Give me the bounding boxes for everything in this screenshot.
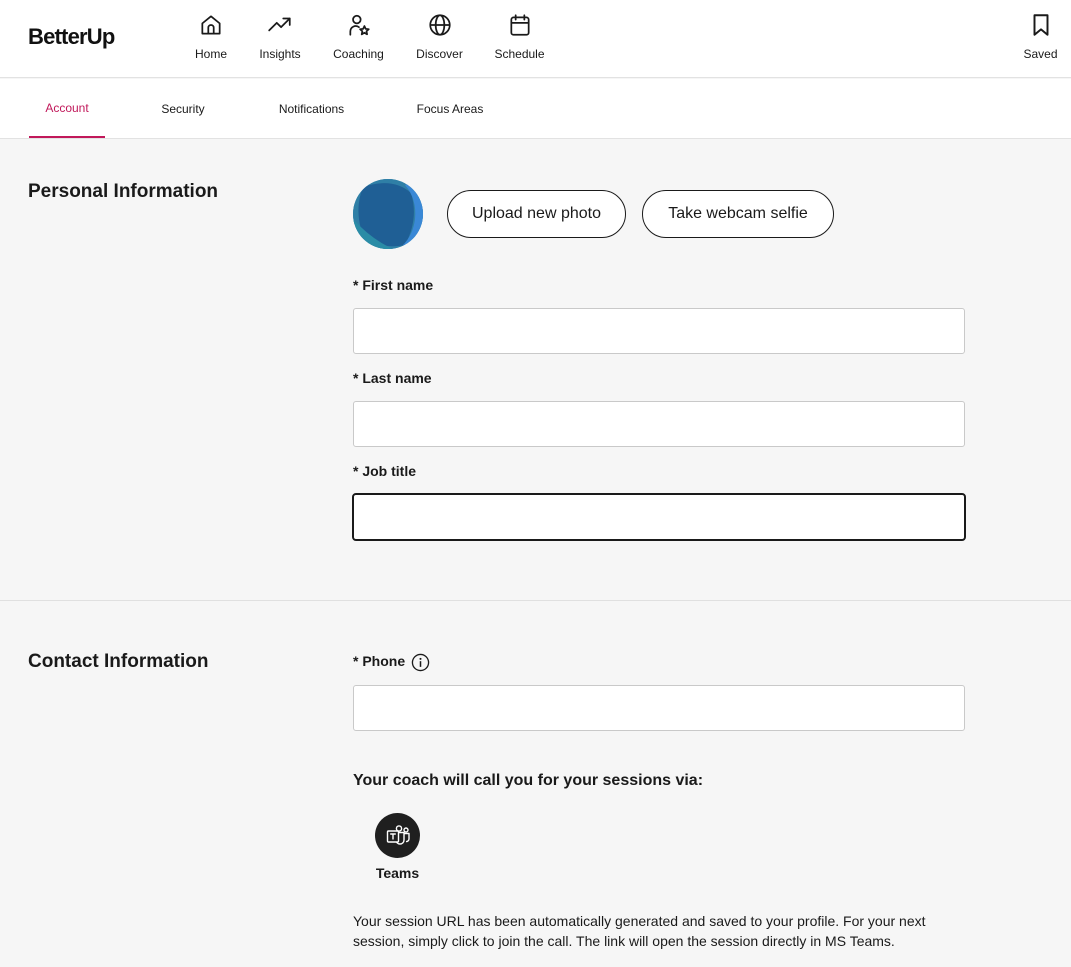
nav-saved[interactable]: Saved <box>1023 12 1058 61</box>
phone-label: * Phone <box>353 653 406 669</box>
nav-schedule-label: Schedule <box>494 47 545 61</box>
coach-icon <box>348 14 370 36</box>
job-title-label: * Job title <box>353 463 417 479</box>
tab-security[interactable]: Security <box>150 79 216 138</box>
nav-coaching-label: Coaching <box>333 47 384 61</box>
ms-teams-icon <box>386 824 410 845</box>
top-nav: BetterUp Home Insights Coaching Discover… <box>0 0 1071 78</box>
tab-focus-areas[interactable]: Focus Areas <box>408 79 492 138</box>
nav-home-label: Home <box>194 47 227 61</box>
betterup-logo[interactable]: BetterUp <box>28 24 115 50</box>
last-name-label: * Last name <box>353 370 432 386</box>
home-icon <box>201 15 221 35</box>
section-divider <box>0 600 1071 601</box>
call-method-heading: Your coach will call you for your sessio… <box>353 772 704 789</box>
nav-discover[interactable]: Discover <box>415 12 464 61</box>
nav-insights-label: Insights <box>259 47 301 61</box>
job-title-field[interactable] <box>352 493 966 541</box>
globe-icon <box>428 14 451 36</box>
tab-account[interactable]: Account <box>29 79 105 138</box>
contact-info-title: Contact Information <box>28 651 209 672</box>
nav-saved-label: Saved <box>1023 47 1058 61</box>
tab-notifications[interactable]: Notifications <box>268 79 355 138</box>
nav-discover-label: Discover <box>416 47 463 61</box>
phone-field[interactable] <box>353 685 965 731</box>
avatar-image <box>353 179 423 249</box>
personal-info-title: Personal Information <box>28 181 219 202</box>
trending-up-icon <box>268 17 291 32</box>
nav-coaching[interactable]: Coaching <box>332 12 385 61</box>
teams-label: Teams <box>375 865 420 881</box>
first-name-label: * First name <box>353 277 434 293</box>
webcam-selfie-button[interactable]: Take webcam selfie <box>642 190 834 238</box>
settings-tabs: Account Security Notifications Focus Are… <box>0 79 1071 139</box>
session-url-note: Your session URL has been automatically … <box>353 913 926 949</box>
upload-photo-button[interactable]: Upload new photo <box>447 190 626 238</box>
info-icon[interactable] <box>411 653 430 672</box>
first-name-field[interactable] <box>353 308 965 354</box>
teams-option[interactable] <box>375 813 420 858</box>
calendar-icon <box>509 14 530 36</box>
nav-home[interactable]: Home <box>193 12 229 61</box>
nav-insights[interactable]: Insights <box>258 12 302 61</box>
last-name-field[interactable] <box>353 401 965 447</box>
bookmark-icon <box>1033 14 1048 36</box>
avatar <box>353 179 423 249</box>
nav-schedule[interactable]: Schedule <box>493 12 546 61</box>
